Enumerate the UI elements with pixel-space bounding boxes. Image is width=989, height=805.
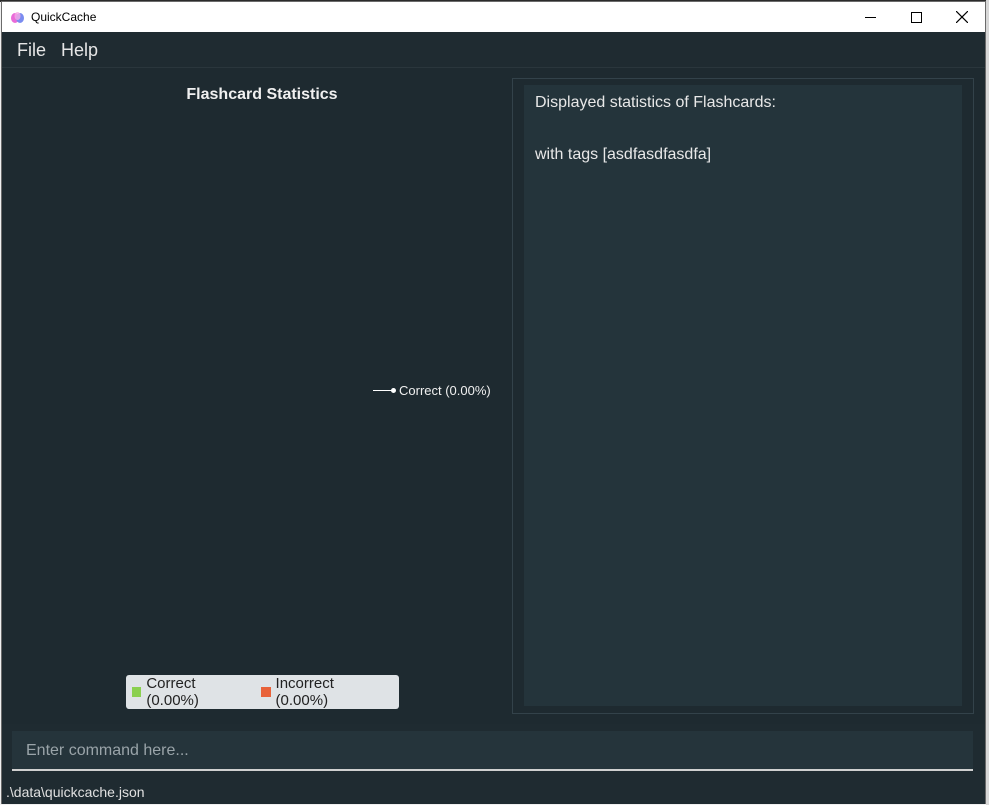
legend-item-correct: Correct (0.00%) bbox=[132, 675, 245, 709]
legend-swatch-incorrect bbox=[261, 687, 271, 697]
minimize-button[interactable] bbox=[847, 2, 893, 32]
chart-panel: Flashcard Statistics Correct (0.00%) Cor… bbox=[2, 68, 511, 723]
menu-file[interactable]: File bbox=[17, 40, 46, 61]
maximize-button[interactable] bbox=[893, 2, 939, 32]
chart-title: Flashcard Statistics bbox=[186, 86, 338, 103]
command-input[interactable] bbox=[24, 739, 958, 763]
status-file-path: .\data\quickcache.json bbox=[6, 784, 145, 800]
legend-label-correct: Correct (0.00%) bbox=[146, 675, 199, 709]
pie-slice-label-correct: Correct (0.00%) bbox=[399, 383, 491, 398]
title-bar[interactable]: QuickCache bbox=[2, 2, 985, 32]
window-title: QuickCache bbox=[31, 10, 97, 24]
app-logo-icon bbox=[11, 12, 24, 23]
command-box[interactable] bbox=[12, 731, 973, 771]
legend-item-incorrect: Incorrect (0.00%) bbox=[261, 675, 383, 709]
menu-help[interactable]: Help bbox=[61, 40, 98, 61]
minimize-icon bbox=[864, 16, 876, 18]
status-bar: .\data\quickcache.json bbox=[2, 778, 985, 804]
command-area bbox=[2, 724, 985, 778]
statistics-panel: Displayed statistics of Flashcards: with… bbox=[512, 78, 974, 714]
close-button[interactable] bbox=[939, 2, 985, 32]
pie-label-line bbox=[373, 390, 393, 391]
menu-bar: File Help bbox=[2, 32, 985, 68]
legend-label-incorrect: Incorrect (0.00%) bbox=[275, 675, 334, 709]
pie-label-dot bbox=[391, 388, 396, 393]
statistics-filter: with tags [asdfasdfasdfa] bbox=[535, 146, 712, 163]
close-icon bbox=[956, 11, 968, 23]
statistics-heading: Displayed statistics of Flashcards: bbox=[535, 94, 776, 111]
statistics-display: Displayed statistics of Flashcards: with… bbox=[524, 85, 962, 706]
legend-swatch-correct bbox=[132, 687, 142, 697]
maximize-icon bbox=[910, 11, 922, 23]
app-window: QuickCache File Help Flashcard Statistic… bbox=[1, 1, 986, 804]
chart-legend: Correct (0.00%) Incorrect (0.00%) bbox=[126, 675, 399, 709]
